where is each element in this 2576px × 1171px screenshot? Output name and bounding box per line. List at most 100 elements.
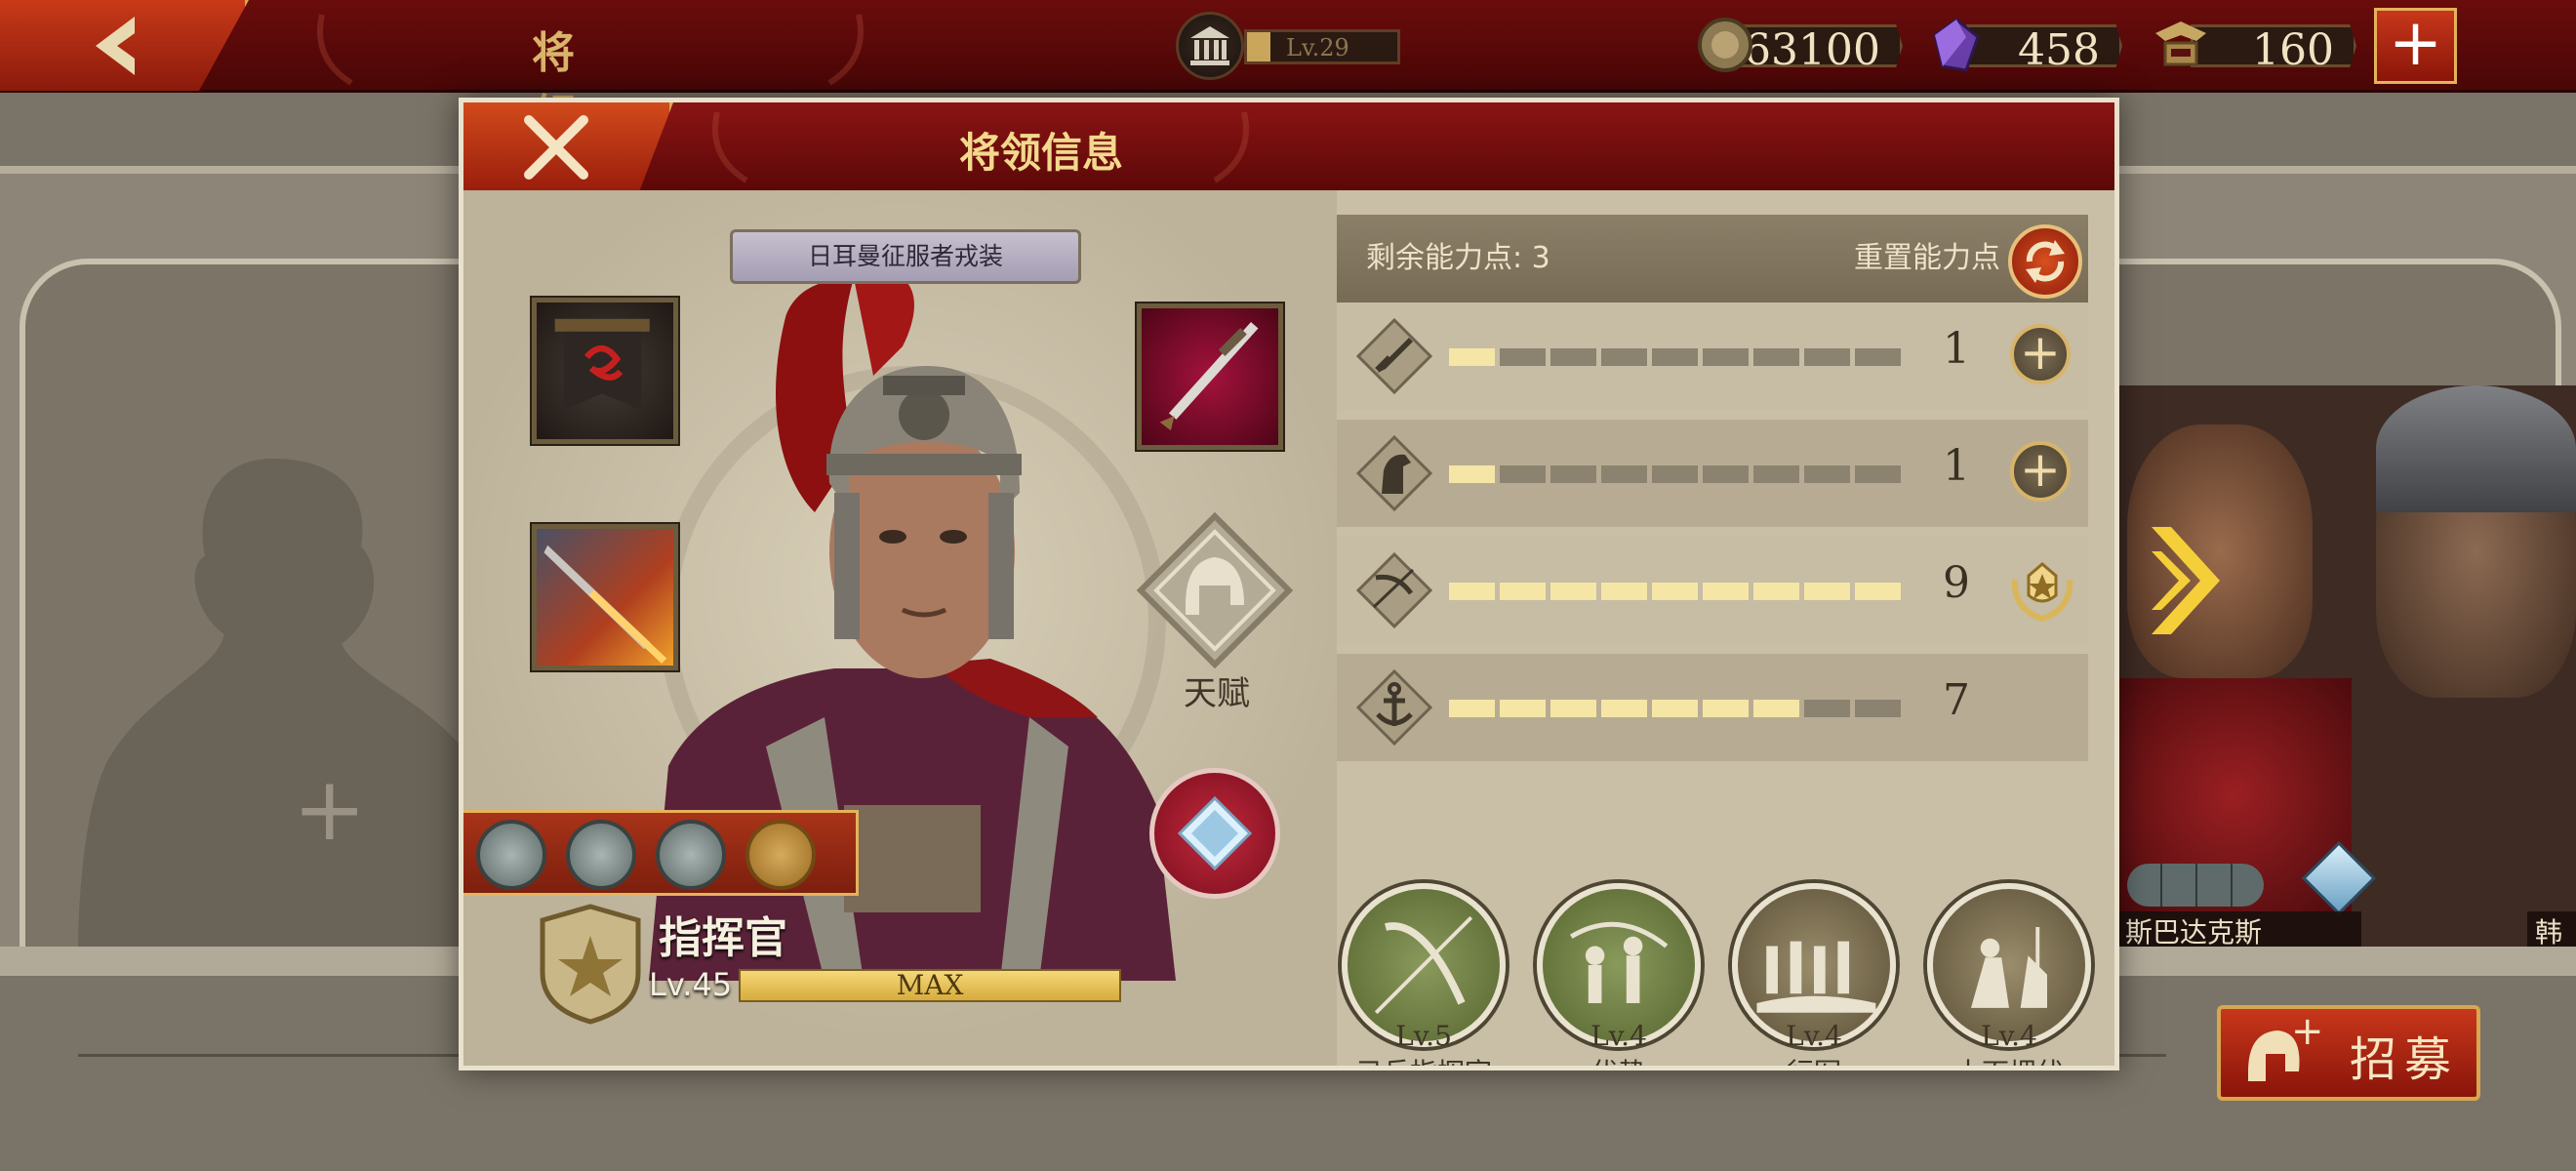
stat-segment bbox=[1500, 700, 1546, 717]
sword-icon bbox=[1159, 322, 1259, 431]
add-general-icon[interactable]: + bbox=[293, 766, 371, 854]
skill-icon bbox=[1374, 915, 1473, 1015]
stat-segment bbox=[1449, 348, 1495, 366]
stat-segment bbox=[1855, 583, 1901, 600]
screen-title: 将 领 bbox=[532, 28, 592, 141]
add-resource-button[interactable]: + bbox=[2374, 8, 2457, 84]
stat-segment bbox=[1652, 348, 1698, 366]
token-amount: 160 bbox=[2252, 25, 2334, 75]
next-general-arrow-icon[interactable] bbox=[2152, 527, 2220, 634]
medal-icon[interactable] bbox=[566, 820, 636, 890]
stat-row: 9 bbox=[1337, 537, 2088, 644]
hero-card-neighbor[interactable] bbox=[2117, 385, 2576, 951]
stat-progress-bar bbox=[1449, 700, 1908, 717]
horse-icon bbox=[1355, 434, 1433, 512]
stat-segment bbox=[1753, 465, 1799, 483]
skill-level: Lv.4 bbox=[1590, 1020, 1647, 1052]
stat-segment bbox=[1500, 583, 1546, 600]
reset-points-label: 重置能力点 bbox=[1854, 241, 2000, 275]
stat-segment bbox=[1703, 348, 1749, 366]
equip-slot-weapon[interactable] bbox=[1137, 303, 1283, 450]
outfit-skin-label[interactable]: 日耳曼征服者戎装 bbox=[730, 229, 1081, 284]
stat-segment bbox=[1703, 583, 1749, 600]
bow-icon bbox=[1355, 551, 1433, 629]
stat-segment bbox=[1500, 465, 1546, 483]
lock-icon[interactable] bbox=[745, 820, 816, 890]
stat-segment bbox=[1449, 700, 1495, 717]
stat-segment bbox=[1753, 700, 1799, 717]
close-button[interactable] bbox=[463, 102, 673, 190]
stat-segment bbox=[1652, 465, 1698, 483]
stat-segment bbox=[1449, 465, 1495, 483]
stat-segment bbox=[1804, 465, 1850, 483]
city-level[interactable]: Lv.29 bbox=[1176, 12, 1400, 80]
coin-resource[interactable]: 63100 bbox=[1698, 16, 1903, 74]
spqr-eagle-icon bbox=[2155, 21, 2206, 66]
stat-segment bbox=[1601, 465, 1647, 483]
medal-icon[interactable] bbox=[656, 820, 726, 890]
stat-segment bbox=[1703, 465, 1749, 483]
token-resource[interactable]: 160 bbox=[2152, 16, 2356, 74]
general-info-dialog: 将领信息 日耳曼征服者戎装 天赋 指挥官 Lv.45 MAX 剩余能力点: 3 … bbox=[459, 98, 2119, 1070]
stat-segment bbox=[1804, 348, 1850, 366]
stat-segment bbox=[1601, 348, 1647, 366]
stat-segment bbox=[1601, 700, 1647, 717]
city-level-bar: Lv.29 bbox=[1244, 29, 1400, 64]
purple-gem-icon bbox=[1933, 18, 1980, 72]
close-icon bbox=[524, 115, 588, 180]
stat-segment bbox=[1855, 700, 1901, 717]
skill-name: 十面埋伏 bbox=[1912, 1052, 2107, 1066]
empty-general-silhouette[interactable] bbox=[68, 449, 478, 956]
medal-icon[interactable] bbox=[476, 820, 546, 890]
stat-row: 1 + bbox=[1337, 420, 2088, 527]
stat-segment bbox=[1601, 583, 1647, 600]
stat-value: 1 bbox=[1943, 324, 1970, 374]
stat-progress-bar bbox=[1449, 583, 1908, 600]
add-point-button[interactable]: + bbox=[2010, 324, 2071, 384]
laurel-right-icon bbox=[827, 14, 864, 86]
gem-resource[interactable]: 458 bbox=[1927, 16, 2122, 74]
recruit-plus: + bbox=[2291, 1009, 2324, 1054]
max-laurel-icon bbox=[2011, 562, 2073, 623]
stat-row: 7 bbox=[1337, 654, 2088, 761]
skill-icon bbox=[1756, 941, 1876, 1013]
banner-icon bbox=[554, 318, 650, 411]
skill-icon bbox=[1569, 921, 1669, 1003]
helmet bbox=[2376, 385, 2576, 512]
exp-bar: MAX bbox=[739, 969, 1121, 1002]
stat-segment bbox=[1753, 583, 1799, 600]
gem-amount: 458 bbox=[2018, 25, 2100, 75]
stat-row: 1 + bbox=[1337, 303, 2088, 410]
recruit-button[interactable]: + 招募 bbox=[2217, 1005, 2480, 1101]
remaining-points: 剩余能力点: 3 bbox=[1366, 241, 1550, 275]
equip-slot-weapon-fire[interactable] bbox=[532, 524, 678, 670]
gem-slot-button[interactable] bbox=[1149, 768, 1280, 899]
stat-segment bbox=[1753, 348, 1799, 366]
stat-segment bbox=[1550, 583, 1596, 600]
points-header: 剩余能力点: 3 重置能力点 bbox=[1337, 215, 2088, 303]
stat-value: 9 bbox=[1943, 558, 1970, 608]
coin-amount: 63100 bbox=[1744, 25, 1880, 75]
diamond-gem-icon bbox=[1178, 796, 1252, 870]
top-bar: 将 领 Lv.29 63100 458 160 + bbox=[0, 0, 2576, 141]
dialog-title: 将领信息 bbox=[958, 129, 1123, 177]
add-point-button[interactable]: + bbox=[2010, 441, 2071, 502]
stat-segment bbox=[1550, 465, 1596, 483]
stat-segment bbox=[1449, 583, 1495, 600]
ability-points-panel: 剩余能力点: 3 重置能力点 1+1+97 Lv.5弓兵指挥官Lv.4优势Lv.… bbox=[1337, 215, 2114, 1066]
general-level: Lv.45 bbox=[649, 966, 733, 1003]
equip-slot-banner[interactable] bbox=[532, 298, 678, 444]
reset-points-button[interactable] bbox=[2008, 224, 2082, 299]
city-level-label: Lv.29 bbox=[1286, 34, 1349, 61]
talent-helmet-icon[interactable] bbox=[1137, 512, 1293, 668]
flaming-sword-icon bbox=[543, 545, 667, 665]
token-pill: 160 bbox=[2191, 24, 2356, 67]
general-name-partial: 韩 bbox=[2527, 911, 2576, 950]
stat-segment bbox=[1550, 700, 1596, 717]
laurel-left-icon bbox=[317, 14, 353, 86]
coin-icon bbox=[1698, 18, 1752, 72]
skill-icon bbox=[1971, 927, 2047, 1008]
back-button[interactable] bbox=[0, 0, 249, 91]
refresh-icon bbox=[2026, 240, 2065, 283]
talent-label: 天赋 bbox=[1184, 674, 1250, 713]
